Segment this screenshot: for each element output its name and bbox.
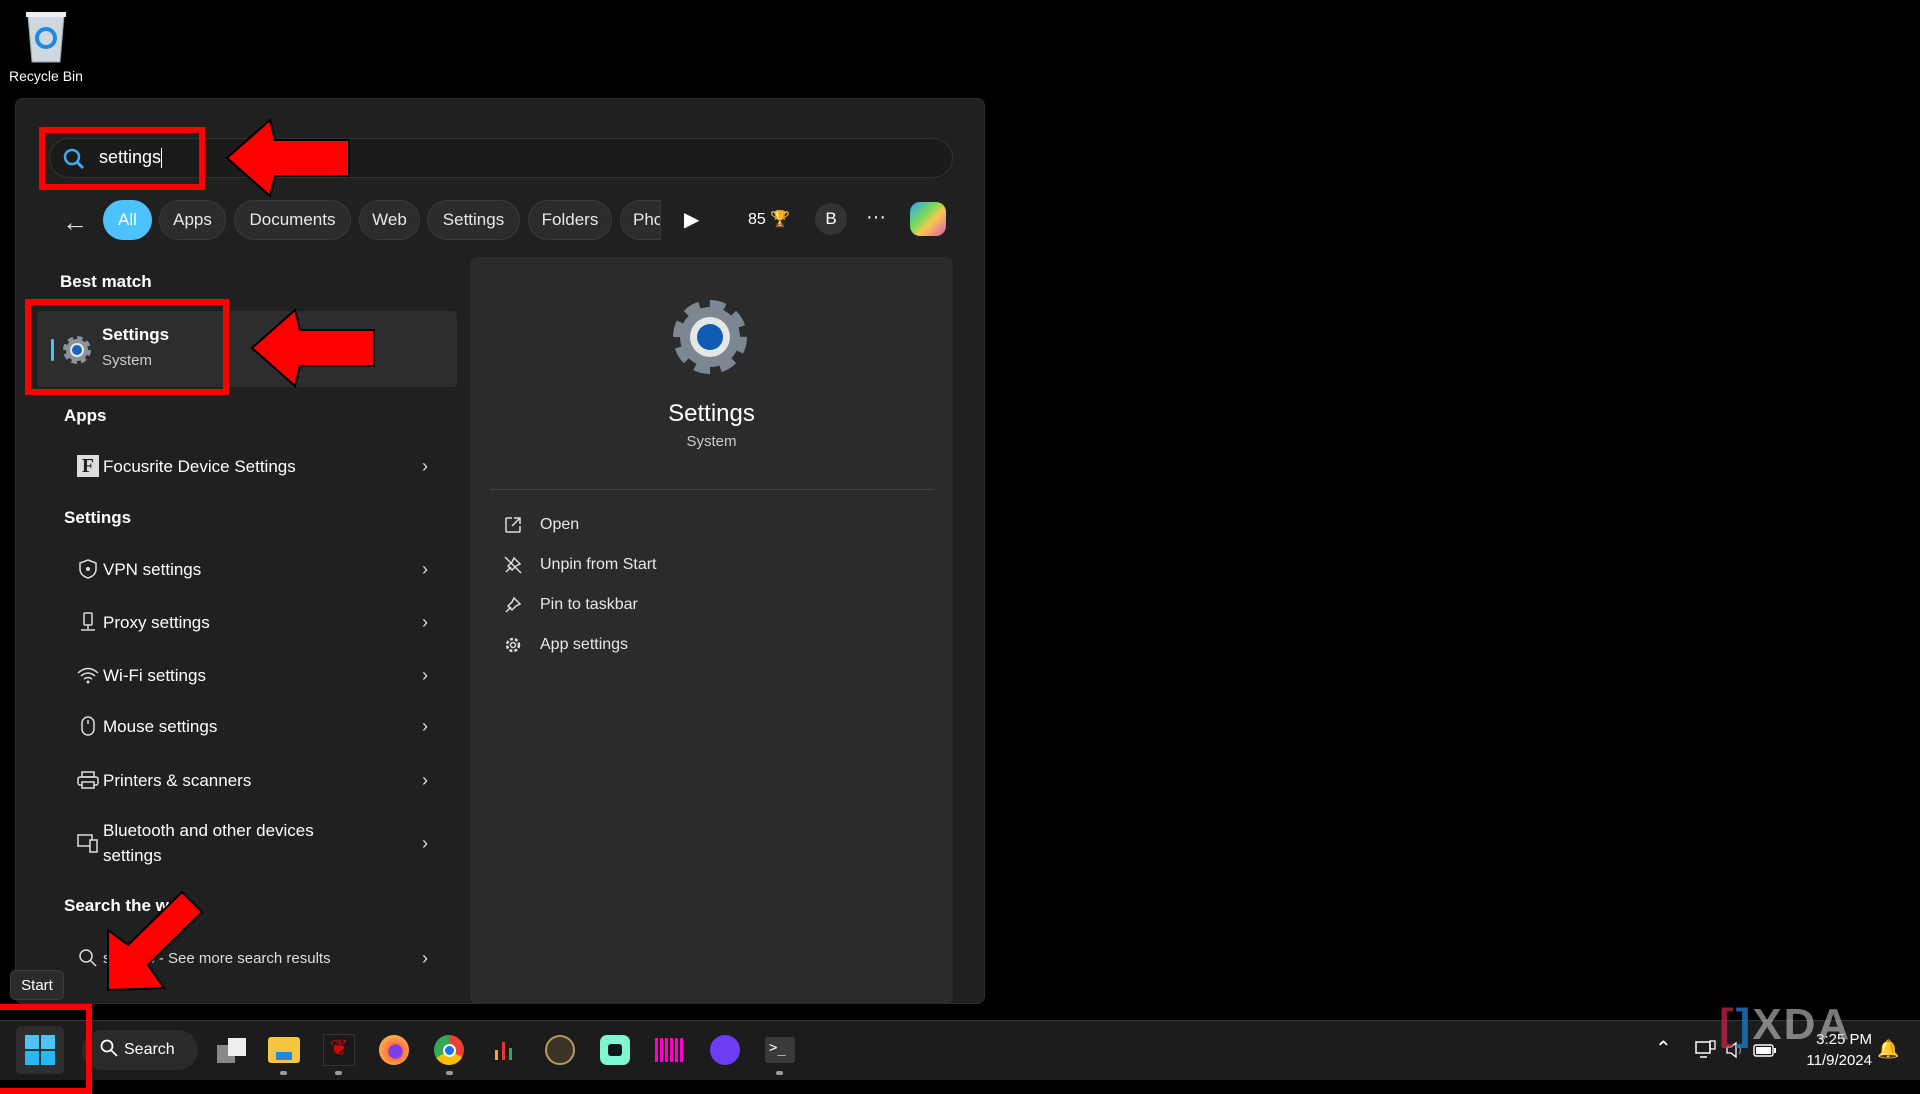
chip-documents[interactable]: Documents <box>234 200 351 240</box>
task-view-icon[interactable] <box>212 1032 248 1068</box>
chevron-right-icon: › <box>422 611 428 632</box>
chrome-icon[interactable] <box>431 1032 467 1068</box>
xda-watermark: []XDA <box>1719 1000 1852 1049</box>
printer-icon <box>77 769 99 791</box>
chip-apps[interactable]: Apps <box>159 200 226 240</box>
action-unpin[interactable]: Unpin from Start <box>500 550 656 580</box>
points-counter[interactable]: 85 🏆 <box>748 209 790 229</box>
setting-mouse[interactable]: Mouse settings › <box>37 702 457 750</box>
notification-bell-icon[interactable]: 🔔 <box>1877 1039 1899 1060</box>
terminal-icon[interactable]: >_ <box>762 1032 798 1068</box>
app-focusrite[interactable]: F Focusrite Device Settings › <box>37 442 457 490</box>
streamlabs-icon[interactable] <box>597 1032 633 1068</box>
chevron-right-icon: › <box>422 664 428 685</box>
chevron-right-icon: › <box>422 455 428 476</box>
wifi-icon <box>77 664 99 686</box>
settings-app-icon <box>669 296 751 383</box>
chevron-right-icon: › <box>422 558 428 579</box>
annotation-arrow-best-match <box>250 308 375 388</box>
annotation-box-best-match <box>25 299 229 395</box>
start-tooltip: Start <box>10 970 64 1000</box>
setting-vpn[interactable]: VPN settings › <box>37 545 457 593</box>
recycle-bin[interactable]: Recycle Bin <box>6 8 86 84</box>
firefox-icon[interactable] <box>376 1032 412 1068</box>
preview-subtitle: System <box>686 433 737 450</box>
tuul-icon[interactable] <box>652 1032 688 1068</box>
search-icon <box>100 1039 118 1062</box>
more-options-icon[interactable]: ··· <box>866 206 886 229</box>
chip-settings[interactable]: Settings <box>427 200 520 240</box>
annotation-arrow-start <box>107 890 204 992</box>
chip-web[interactable]: Web <box>359 200 420 240</box>
divider <box>490 489 933 490</box>
settings-header: Settings <box>64 508 132 527</box>
chevron-right-icon: › <box>422 947 428 968</box>
setting-printers[interactable]: Printers & scanners › <box>37 756 457 804</box>
proxy-icon <box>77 611 99 633</box>
setting-wifi[interactable]: Wi-Fi settings › <box>37 651 457 699</box>
network-icon[interactable] <box>1695 1040 1717 1065</box>
back-arrow-icon[interactable]: ← <box>62 207 88 238</box>
apps-header: Apps <box>64 406 107 425</box>
profile-avatar[interactable]: B <box>815 203 847 235</box>
file-explorer-icon[interactable] <box>266 1032 302 1068</box>
recycle-bin-label: Recycle Bin <box>9 68 83 84</box>
setting-bluetooth[interactable]: Bluetooth and other devices settings › <box>37 815 457 871</box>
audio-meter-icon[interactable] <box>486 1032 522 1068</box>
gear-icon <box>500 636 526 654</box>
copilot-icon[interactable] <box>910 202 946 236</box>
trophy-icon: 🏆 <box>770 211 791 228</box>
action-app-settings[interactable]: App settings <box>500 630 628 660</box>
chevron-right-icon: › <box>422 769 428 790</box>
setting-proxy[interactable]: Proxy settings › <box>37 598 457 646</box>
chevron-right-icon: › <box>422 715 428 736</box>
pin-icon <box>500 596 526 614</box>
best-match-header: Best match <box>60 272 152 291</box>
annotation-box-start <box>0 1004 92 1094</box>
gold-app-icon[interactable] <box>542 1032 578 1068</box>
chip-folders[interactable]: Folders <box>528 200 612 240</box>
taskbar-search[interactable]: Search <box>82 1030 198 1070</box>
focusrite-icon: F <box>77 455 99 477</box>
action-pin-taskbar[interactable]: Pin to taskbar <box>500 590 638 620</box>
action-open[interactable]: Open <box>500 510 579 540</box>
chip-all[interactable]: All <box>103 200 152 240</box>
mouse-icon <box>77 715 99 737</box>
preview-title: Settings <box>668 400 755 427</box>
recycle-bin-icon <box>23 8 69 63</box>
web-search-result[interactable]: settings - See more search results › <box>37 934 457 982</box>
annotation-box-search <box>39 127 205 190</box>
unpin-icon <box>500 556 526 574</box>
shield-icon <box>77 558 99 580</box>
msi-center-icon[interactable]: ❦ <box>321 1032 357 1068</box>
chevron-right-icon: › <box>422 832 428 853</box>
bluetooth-devices-icon <box>77 832 99 854</box>
play-icon[interactable]: ▶ <box>684 207 699 232</box>
search-icon <box>77 947 99 969</box>
show-hidden-icons-chevron[interactable]: ⌃ <box>1655 1036 1672 1061</box>
annotation-arrow-search <box>225 118 350 198</box>
proton-pass-icon[interactable] <box>707 1032 743 1068</box>
open-external-icon <box>500 516 526 534</box>
chip-photos[interactable]: Pho <box>620 200 661 240</box>
